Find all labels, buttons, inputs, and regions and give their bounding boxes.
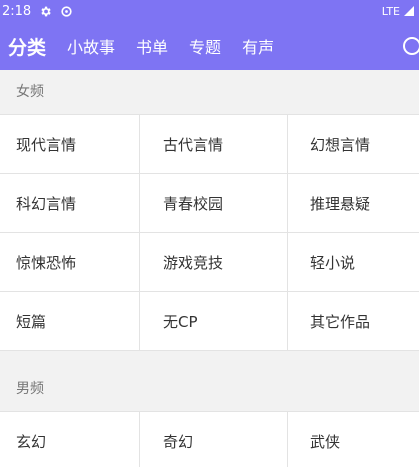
tab-category[interactable]: 分类 [8, 33, 46, 60]
category-item[interactable]: 幻想言情 [288, 115, 419, 174]
category-item[interactable]: 古代言情 [140, 115, 288, 174]
category-grid-male: 玄幻 奇幻 武侠 [0, 411, 419, 467]
category-item[interactable]: 惊悚恐怖 [0, 233, 140, 292]
category-item[interactable]: 短篇 [0, 292, 140, 351]
network-type-label: LTE [381, 4, 400, 18]
status-time: 2:18 [2, 3, 32, 19]
category-item[interactable]: 推理悬疑 [288, 174, 419, 233]
tab-topics[interactable]: 专题 [189, 34, 221, 58]
category-item[interactable]: 轻小说 [288, 233, 419, 292]
tab-audio[interactable]: 有声 [242, 34, 274, 58]
category-item[interactable]: 玄幻 [0, 412, 140, 467]
section-divider [0, 351, 419, 367]
search-icon[interactable] [401, 35, 419, 59]
settings-gear-icon [39, 5, 52, 18]
section-title-male: 男频 [0, 367, 419, 411]
category-list: 女频 现代言情 古代言情 幻想言情 科幻言情 青春校园 推理悬疑 惊悚恐怖 游戏… [0, 70, 419, 467]
tab-short-stories[interactable]: 小故事 [67, 34, 115, 58]
data-saver-icon [60, 5, 73, 18]
category-item[interactable]: 青春校园 [140, 174, 288, 233]
category-item[interactable]: 其它作品 [288, 292, 419, 351]
category-item[interactable]: 游戏竞技 [140, 233, 288, 292]
top-navigation-bar: 分类 小故事 书单 专题 有声 [0, 22, 419, 70]
category-grid-female: 现代言情 古代言情 幻想言情 科幻言情 青春校园 推理悬疑 惊悚恐怖 游戏竞技 … [0, 114, 419, 351]
category-item[interactable]: 武侠 [288, 412, 419, 467]
category-item[interactable]: 科幻言情 [0, 174, 140, 233]
signal-strength-icon [403, 5, 415, 17]
category-item[interactable]: 无CP [140, 292, 288, 351]
category-item[interactable]: 奇幻 [140, 412, 288, 467]
category-item[interactable]: 现代言情 [0, 115, 140, 174]
section-title-female: 女频 [0, 70, 419, 114]
tab-book-lists[interactable]: 书单 [136, 34, 168, 58]
status-bar: 2:18 LTE [0, 0, 419, 22]
